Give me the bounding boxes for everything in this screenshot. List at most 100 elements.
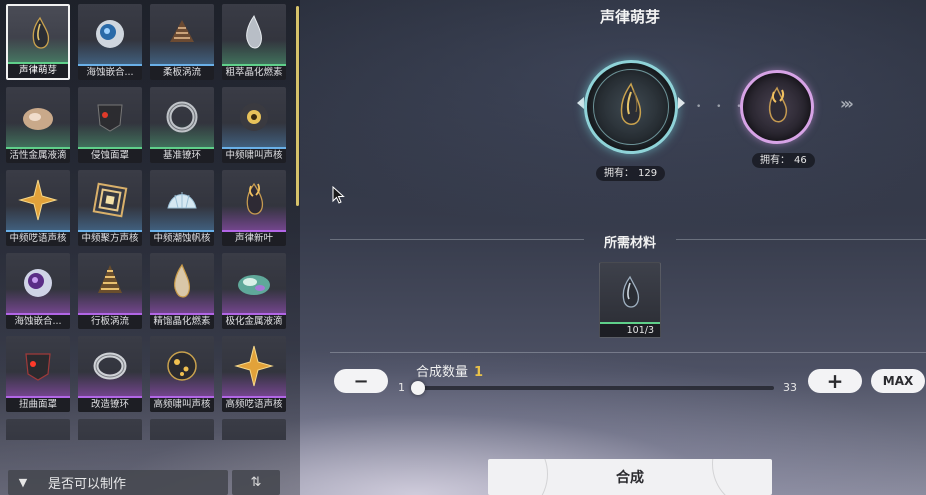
max-label: MAX: [882, 374, 914, 388]
inventory-item[interactable]: 行板涡流: [78, 253, 142, 329]
skull-core-icon: [240, 103, 268, 131]
inventory-item[interactable]: [6, 419, 70, 440]
inventory-item[interactable]: 海蚀嵌合...: [78, 4, 142, 80]
gold-star-icon: [18, 179, 58, 221]
inventory-item-label: 精馏晶化燃素: [150, 315, 214, 329]
quantity-label: 合成数量 1: [416, 361, 483, 380]
inventory-item[interactable]: 中频啸叫声核: [222, 87, 286, 163]
inventory-item[interactable]: 改造镣环: [78, 336, 142, 412]
inventory-item-label: 活性金属液滴: [6, 149, 70, 163]
metal-ring-icon: [166, 101, 198, 133]
inventory-item-label: 扭曲面罩: [6, 398, 70, 412]
inventory-item-label: 极化金属液滴: [222, 315, 286, 329]
inventory-item-label: 海蚀嵌合...: [6, 315, 70, 329]
inventory-item[interactable]: 极化金属液滴: [222, 253, 286, 329]
inventory-item[interactable]: 侵蚀面罩: [78, 87, 142, 163]
divider: [330, 352, 926, 353]
materials-title: 所需材料: [603, 236, 656, 251]
next-tier-arrows-icon: ›››: [840, 94, 854, 113]
inventory-item[interactable]: 高频啸叫声核: [150, 336, 214, 412]
owned-label: 拥有：: [760, 155, 790, 166]
inventory-item[interactable]: 基准镣环: [150, 87, 214, 163]
quantity-text: 合成数量: [416, 365, 469, 380]
inventory-item-label: 粗萃晶化燃素: [222, 66, 286, 80]
next-owned-badge: 拥有： 46: [752, 153, 815, 168]
inventory-item-label: 行板涡流: [78, 315, 142, 329]
inventory-item[interactable]: [150, 419, 214, 440]
inventory-item[interactable]: 声律萌芽: [6, 4, 70, 80]
next-item-orb[interactable]: [740, 70, 814, 144]
inventory-item[interactable]: 声律新叶: [222, 170, 286, 246]
craftable-filter-dropdown[interactable]: ▼ 是否可以制作: [8, 470, 228, 495]
purple-flame-crystal-icon: [246, 182, 264, 215]
owned-count: 129: [638, 168, 658, 179]
gold-flame-icon: [174, 263, 191, 298]
inventory-scrollbar[interactable]: [296, 6, 299, 206]
inventory-item-label: 柔板涡流: [150, 66, 214, 80]
inventory-item[interactable]: 高频呓语声核: [222, 336, 286, 412]
metal-droplet-icon: [23, 108, 53, 130]
required-material-tile[interactable]: 101/3: [599, 262, 661, 338]
current-owned-badge: 拥有： 129: [596, 166, 666, 181]
inventory-item[interactable]: 中频呓语声核: [6, 170, 70, 246]
slider-min-label: 1: [398, 381, 405, 394]
plus-icon: +: [826, 369, 844, 393]
brown-spiral-icon: [170, 20, 194, 42]
inventory-item-label: 海蚀嵌合...: [78, 66, 142, 80]
inventory-item[interactable]: 柔板涡流: [150, 4, 214, 80]
divider: [676, 239, 926, 240]
decrease-quantity-button[interactable]: −: [334, 369, 388, 393]
inventory-item[interactable]: 中频潮蚀帆核: [150, 170, 214, 246]
slider-thumb[interactable]: [411, 381, 425, 395]
sort-icon: ⇅: [250, 475, 262, 490]
gold-star-icon: [234, 345, 274, 387]
chevron-down-icon: ▼: [18, 476, 28, 489]
inventory-item-label: 中频呓语声核: [6, 232, 70, 246]
silver-ring-icon: [93, 352, 127, 380]
minus-icon: −: [353, 370, 369, 392]
slider-max-label: 33: [783, 381, 797, 394]
inventory-item-label: 侵蚀面罩: [78, 149, 142, 163]
arrow-right-icon: [678, 97, 685, 109]
craft-button[interactable]: 合成: [488, 459, 772, 495]
inventory-item[interactable]: 粗萃晶化燃素: [222, 4, 286, 80]
inventory-item[interactable]: 精馏晶化燃素: [150, 253, 214, 329]
sort-button[interactable]: ⇅: [232, 470, 280, 495]
dark-crystal-icon: [620, 82, 642, 125]
red-mask-icon: [25, 353, 51, 381]
item-title: 声律萌芽: [599, 8, 660, 26]
inventory-item-label: 中频聚方声核: [78, 232, 142, 246]
owned-label: 拥有：: [604, 168, 634, 179]
arrow-left-icon: [577, 97, 584, 109]
dark-crystal-icon: [622, 275, 640, 308]
mouse-cursor-icon: [332, 186, 345, 204]
purple-flame-crystal-icon: [768, 86, 788, 123]
inventory-item[interactable]: 海蚀嵌合...: [6, 253, 70, 329]
silver-flame-icon: [246, 14, 262, 49]
max-quantity-button[interactable]: MAX: [871, 369, 925, 393]
divider: [330, 239, 584, 240]
inventory-item[interactable]: 活性金属液滴: [6, 87, 70, 163]
inventory-item-label: 声律萌芽: [8, 64, 68, 78]
current-item-orb[interactable]: [584, 60, 678, 154]
filter-label: 是否可以制作: [48, 477, 127, 492]
blue-orb-icon: [96, 20, 124, 48]
inventory-panel: 声律萌芽 海蚀嵌合... 柔板涡流 粗萃晶化燃素 活性金属液滴 侵蚀面罩 基准镣环 中频啸叫声…: [0, 0, 300, 495]
inventory-item[interactable]: 扭曲面罩: [6, 336, 70, 412]
craft-label: 合成: [616, 470, 644, 486]
increase-quantity-button[interactable]: +: [808, 369, 862, 393]
inventory-item[interactable]: [222, 419, 286, 440]
inventory-item[interactable]: [78, 419, 142, 440]
inventory-item-label: 改造镣环: [78, 398, 142, 412]
inventory-item-label: 声律新叶: [222, 232, 286, 246]
inventory-grid: 声律萌芽 海蚀嵌合... 柔板涡流 粗萃晶化燃素 活性金属液滴 侵蚀面罩 基准镣环 中频啸叫声…: [0, 0, 292, 440]
iridescent-droplet-icon: [238, 275, 270, 295]
dark-crystal-icon: [32, 16, 50, 49]
quantity-slider[interactable]: [414, 386, 774, 390]
inventory-item-label: 中频啸叫声核: [222, 149, 286, 163]
inventory-item-label: 基准镣环: [150, 149, 214, 163]
gold-spiral-icon: [98, 265, 122, 293]
inventory-item[interactable]: 中频聚方声核: [78, 170, 142, 246]
quantity-value: 1: [474, 365, 484, 380]
gold-square-spiral-icon: [92, 182, 128, 218]
